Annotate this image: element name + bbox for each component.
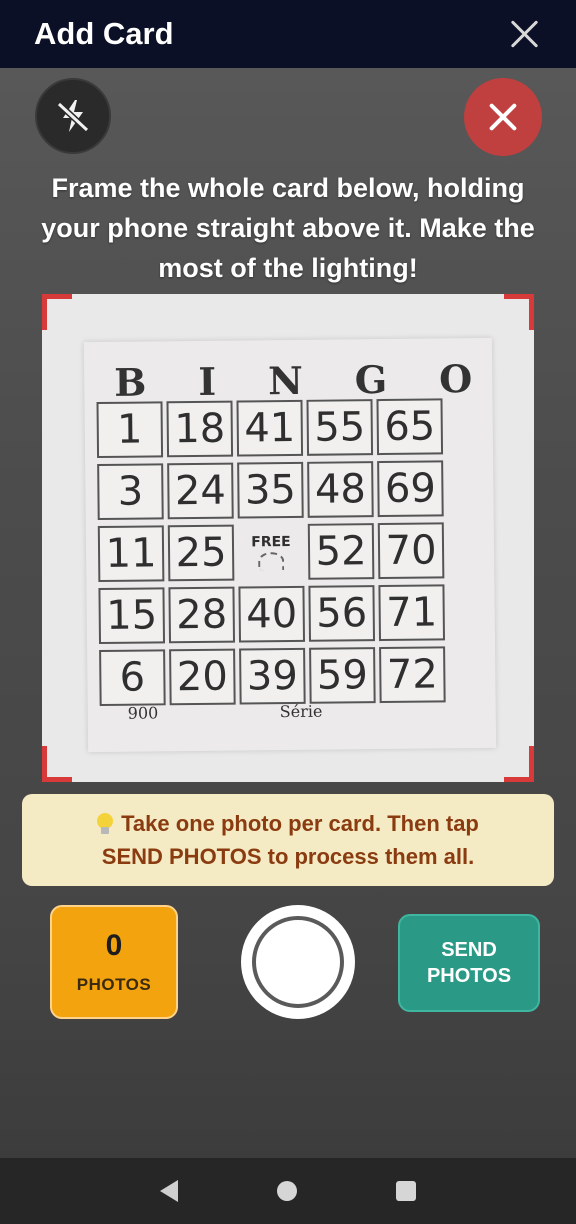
home-icon[interactable]: [276, 1181, 297, 1201]
bingo-cell: 6: [99, 649, 166, 707]
bingo-cell: 55: [306, 399, 374, 456]
series-label: Série: [279, 701, 323, 722]
bingo-cell: 48: [307, 461, 374, 518]
send-label-line2: PHOTOS: [426, 965, 512, 987]
send-button-label: SEND PHOTOS: [427, 937, 511, 989]
bingo-cell: 70: [377, 522, 445, 580]
bingo-letter: B: [114, 359, 149, 405]
bingo-free-cell: FREE: [238, 524, 305, 581]
tip-first-line: Take one photo per card. Then tap: [97, 807, 479, 840]
close-icon: [487, 101, 519, 133]
bingo-header-letters: B I N G O: [114, 356, 474, 405]
frame-corner: [42, 294, 72, 330]
bingo-cell: 15: [98, 587, 166, 645]
bingo-cell: 56: [308, 585, 376, 642]
back-icon[interactable]: [159, 1180, 178, 1202]
flash-off-icon: [56, 100, 90, 133]
bingo-cell: 25: [167, 524, 235, 582]
flash-toggle-button[interactable]: [35, 78, 111, 154]
bingo-cell: 35: [237, 461, 304, 519]
cancel-capture-button[interactable]: [464, 78, 542, 156]
bingo-cell: 1: [96, 401, 164, 459]
bingo-cell: 71: [378, 584, 446, 642]
shutter-button[interactable]: [241, 905, 355, 1019]
framing-instructions: Frame the whole card below, holding your…: [41, 173, 535, 283]
bingo-cell: 3: [97, 463, 164, 521]
camera-viewfinder: B I N G O 1 18 41 55 65 3 24 35 48 69 11…: [42, 294, 534, 782]
bingo-letter: G: [354, 356, 390, 403]
bingo-cell: 59: [309, 647, 376, 704]
free-label: FREE: [251, 533, 291, 551]
system-nav-bar: [0, 1158, 576, 1224]
bingo-number-grid: 1 18 41 55 65 3 24 35 48 69 11 25 FREE 5…: [96, 398, 446, 707]
bingo-cell: 20: [169, 648, 236, 706]
tip-text-line2: SEND PHOTOS to process them all.: [101, 844, 475, 869]
page-title: Add Card: [34, 16, 174, 51]
recents-icon[interactable]: [396, 1181, 417, 1201]
lightbulb-icon: [97, 812, 114, 835]
camera-screen: Add Card Frame the whole card below, hol…: [0, 0, 576, 1224]
bingo-cell: 41: [236, 399, 304, 457]
bingo-cell: 65: [376, 398, 444, 456]
bingo-cell: 40: [238, 585, 306, 643]
bingo-cell: 28: [168, 586, 236, 644]
bingo-cell: 24: [167, 462, 234, 520]
shutter-ring: [252, 916, 344, 1008]
bingo-cell: 18: [166, 400, 234, 458]
photo-count-value: 0: [105, 929, 123, 962]
bingo-card-preview: B I N G O 1 18 41 55 65 3 24 35 48 69 11…: [83, 337, 497, 753]
bingo-cell: 52: [307, 523, 375, 580]
close-icon[interactable]: [506, 16, 542, 52]
tip-text-line1: Take one photo per card. Then tap: [121, 811, 479, 836]
bingo-letter: I: [198, 358, 219, 404]
frame-corner: [42, 746, 72, 782]
bingo-cell: 11: [97, 525, 165, 583]
frame-corner: [504, 294, 534, 330]
free-logo-icon: [258, 552, 285, 571]
photo-count-label: PHOTOS: [76, 975, 152, 994]
frame-corner: [504, 746, 534, 782]
bingo-cell: 72: [379, 646, 446, 704]
bingo-cell: 39: [239, 647, 306, 705]
bingo-letter: O: [438, 356, 475, 402]
header-bar: Add Card: [0, 0, 576, 68]
photo-count-button[interactable]: 0 PHOTOS: [50, 905, 178, 1019]
bingo-cell: 69: [377, 460, 444, 518]
bingo-letter: N: [267, 357, 306, 404]
card-number: 900: [127, 703, 159, 723]
send-photos-button[interactable]: SEND PHOTOS: [398, 914, 540, 1012]
tip-banner: Take one photo per card. Then tap SEND P…: [22, 794, 554, 886]
send-label-line1: SEND: [441, 939, 497, 961]
